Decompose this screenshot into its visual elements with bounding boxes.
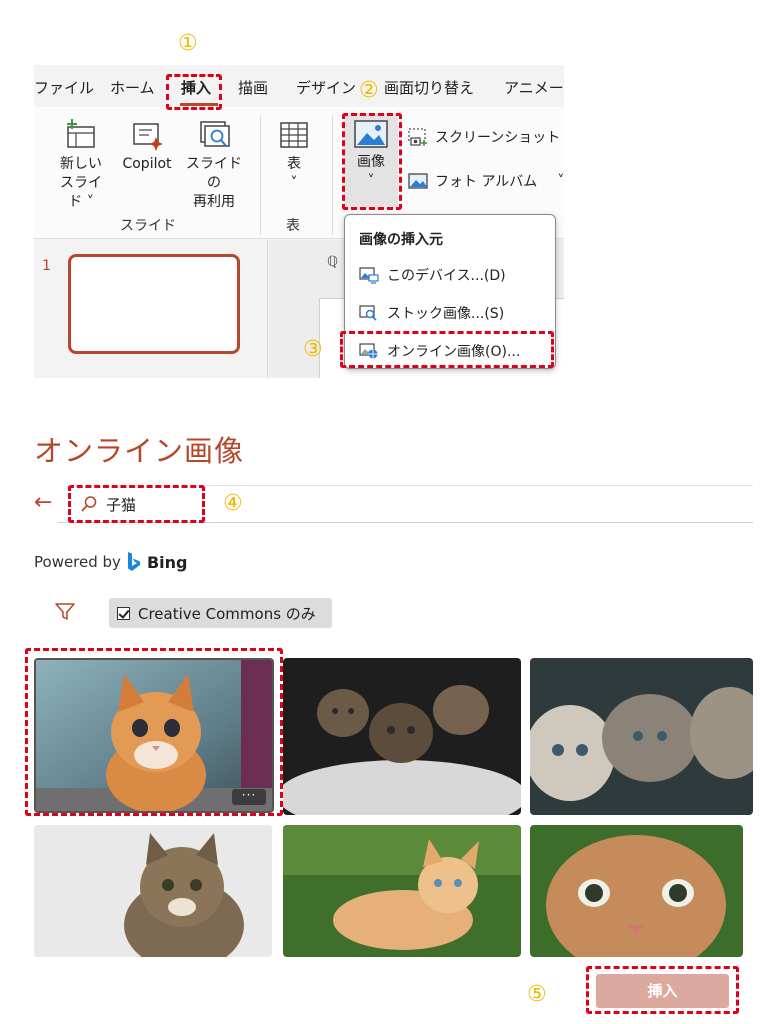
copilot-button[interactable]: Copilot <box>118 119 176 174</box>
menu-item-label: このデバイス...(D) <box>387 268 506 284</box>
reuse-label-1: スライドの <box>186 156 242 191</box>
slide-number: 1 <box>42 258 51 274</box>
bing-label: Bing <box>146 552 188 572</box>
image-result-kitten-closeup[interactable] <box>530 825 743 957</box>
kitten-photo <box>34 825 272 957</box>
creative-commons-filter[interactable]: Creative Commons のみ <box>109 598 332 628</box>
highlight-search-box <box>68 485 205 523</box>
highlight-online-images <box>340 331 554 368</box>
screenshot-icon <box>408 128 427 146</box>
creative-commons-label: Creative Commons のみ <box>138 604 316 623</box>
reuse-slides-icon <box>200 121 230 147</box>
tab-design[interactable]: デザイン <box>296 77 356 98</box>
photo-album-label: フォト アルバム <box>435 174 538 190</box>
group-separator <box>260 115 261 235</box>
checkbox-checked-icon[interactable] <box>117 606 130 620</box>
ribbon-tabs: ファイル ホーム 挿入 描画 デザイン 画面切り替え アニメーシ <box>34 65 564 107</box>
kittens-photo <box>530 658 753 815</box>
tab-transitions[interactable]: 画面切り替え <box>384 77 474 98</box>
highlight-insert-tab <box>166 74 222 110</box>
photo-album-button[interactable]: フォト アルバム ˅ <box>407 171 564 191</box>
stock-image-icon <box>359 305 377 321</box>
powered-by-label: Powered by <box>34 553 121 571</box>
new-slide-label-2: スライド ˅ <box>60 175 102 210</box>
highlight-selected-image <box>25 648 283 816</box>
back-arrow-icon[interactable]: ← <box>34 490 52 515</box>
group-label-table: 表 <box>286 218 300 234</box>
screenshot-label: スクリーンショット ˅ <box>435 130 564 146</box>
copilot-icon[interactable]: ℚ <box>327 254 338 270</box>
new-slide-label-1: 新しい <box>60 156 102 172</box>
reuse-slides-button[interactable]: スライドの 再利用 <box>180 119 248 212</box>
copilot-label: Copilot <box>122 156 172 172</box>
tab-animations[interactable]: アニメーシ <box>504 77 564 98</box>
tab-draw[interactable]: 描画 <box>238 77 268 98</box>
tab-home[interactable]: ホーム <box>110 77 155 98</box>
table-label: 表 <box>287 156 301 172</box>
chevron-down-icon: ˅ <box>557 173 564 189</box>
menu-item-stock-images[interactable]: ストック画像...(S) <box>359 303 504 323</box>
image-result-kittens-row[interactable] <box>530 658 753 815</box>
menu-item-label: ストック画像...(S) <box>387 306 505 322</box>
step-marker-1: ① <box>178 31 198 56</box>
image-result-kitten-grass[interactable] <box>283 825 521 957</box>
image-result-kittens-blanket[interactable] <box>283 658 521 815</box>
image-result-kitten-tabby[interactable] <box>34 825 272 957</box>
kitten-photo <box>283 825 521 957</box>
photo-album-icon <box>408 173 428 189</box>
step-marker-5: ⑤ <box>527 982 547 1007</box>
reuse-label-2: 再利用 <box>193 194 235 210</box>
kittens-photo <box>283 658 521 815</box>
group-label-slides: スライド <box>120 218 176 234</box>
powered-by-bing: Powered by Bing <box>34 552 187 572</box>
dialog-title: オンライン画像 <box>34 434 245 468</box>
step-marker-2: ② <box>359 78 379 103</box>
table-button[interactable]: 表 ˅ <box>272 119 316 193</box>
search-divider <box>205 485 753 486</box>
slide-thumbnail-pane: 1 <box>34 240 268 378</box>
table-icon <box>280 122 308 148</box>
tab-file[interactable]: ファイル <box>34 77 94 98</box>
device-image-icon <box>359 267 379 284</box>
group-separator <box>332 115 333 235</box>
dropdown-title: 画像の挿入元 <box>359 232 443 248</box>
filter-icon[interactable] <box>54 602 76 622</box>
highlight-image-button <box>342 113 402 210</box>
step-marker-3: ③ <box>303 337 323 362</box>
new-slide-button[interactable]: 新しい スライド ˅ <box>54 119 108 212</box>
screenshot-button[interactable]: スクリーンショット ˅ <box>407 127 564 147</box>
kitten-photo <box>530 825 743 957</box>
table-chevron: ˅ <box>290 175 298 191</box>
slide-thumbnail[interactable] <box>68 254 240 354</box>
menu-item-this-device[interactable]: このデバイス...(D) <box>359 265 506 285</box>
new-slide-icon <box>67 119 95 148</box>
copilot-slide-icon <box>133 123 163 151</box>
highlight-insert-button <box>586 966 739 1014</box>
step-marker-4: ④ <box>223 491 243 516</box>
bing-logo-icon <box>127 552 140 571</box>
